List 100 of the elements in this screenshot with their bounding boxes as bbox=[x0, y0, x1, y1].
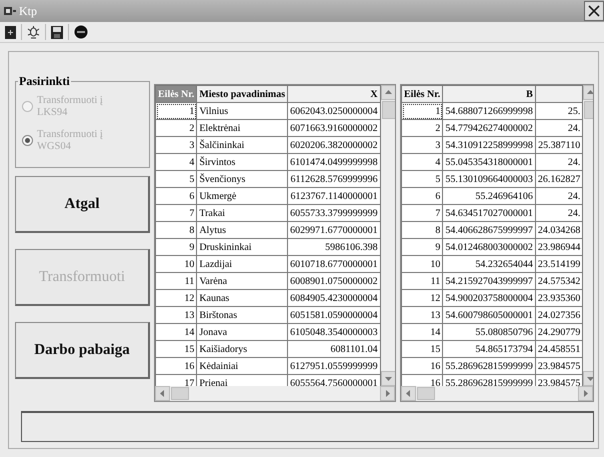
table-cell: 10 bbox=[156, 256, 197, 272]
table-cell: 3 bbox=[156, 136, 197, 154]
table-cell: 54.310912258999998 bbox=[442, 136, 536, 154]
column-header[interactable]: Eilės Nr. bbox=[402, 86, 443, 102]
table-cell: 54.232654044 bbox=[442, 256, 536, 272]
table-cell: 15 bbox=[402, 340, 443, 358]
table-cell: Vilnius bbox=[196, 102, 288, 120]
radio-option: Transformuoti į WGS04 bbox=[22, 129, 141, 154]
table-cell: 6112628.5769999996 bbox=[288, 170, 380, 188]
bug-toolbar-button[interactable] bbox=[25, 25, 42, 39]
table-cell: 15 bbox=[156, 340, 197, 358]
table-cell: 7 bbox=[402, 204, 443, 222]
table-cell: 14 bbox=[402, 324, 443, 340]
table-cell: 55.130109664000003 bbox=[442, 170, 536, 188]
table-cell: 54.215927043999997 bbox=[442, 272, 536, 290]
window-title: Ktp bbox=[19, 4, 37, 18]
table-cell: 13 bbox=[402, 306, 443, 324]
table-cell: 9 bbox=[156, 238, 197, 256]
table-cell: 8 bbox=[402, 222, 443, 238]
table-cell: 6084905.4230000004 bbox=[288, 290, 380, 306]
table-cell: 4 bbox=[156, 154, 197, 170]
scrollbar-thumb[interactable] bbox=[171, 387, 189, 400]
scrollbar-thumb[interactable] bbox=[417, 387, 435, 400]
horizontal-scrollbar[interactable] bbox=[155, 386, 395, 401]
add-toolbar-button[interactable] bbox=[3, 26, 18, 38]
table-cell: 54.600798605000001 bbox=[442, 306, 536, 324]
table-cell: 5986106.398 bbox=[288, 238, 380, 256]
table-cell: 16 bbox=[156, 358, 197, 374]
action-button[interactable]: Darbo pabaiga bbox=[15, 322, 150, 380]
table-cell: 4 bbox=[402, 154, 443, 170]
table-cell: 5 bbox=[402, 170, 443, 188]
table-cell: 6123767.1140000001 bbox=[288, 188, 380, 204]
table-cell: 6071663.9160000002 bbox=[288, 120, 380, 136]
bug-icon bbox=[27, 25, 40, 39]
table-cell: 5 bbox=[156, 170, 197, 188]
table-cell: 11 bbox=[156, 272, 197, 290]
table-cell: Varėna bbox=[196, 272, 288, 290]
table-cell: 54.779426274000002 bbox=[442, 120, 536, 136]
table-cell: 54.406628675999997 bbox=[442, 222, 536, 238]
horizontal-scrollbar[interactable] bbox=[401, 386, 593, 401]
save-toolbar-button[interactable] bbox=[49, 26, 65, 38]
table-cell: Švenčionys bbox=[196, 170, 288, 188]
table-cell: 8 bbox=[156, 222, 197, 238]
table-cell: 3 bbox=[402, 136, 443, 154]
table-cell: Ukmergė bbox=[196, 188, 288, 204]
table-cell: 7 bbox=[156, 204, 197, 222]
table-cell: 12 bbox=[156, 290, 197, 306]
column-header[interactable]: B bbox=[442, 86, 536, 102]
column-header[interactable]: X bbox=[288, 86, 380, 102]
table-cell: 14 bbox=[156, 324, 197, 340]
table-cell: 9 bbox=[402, 238, 443, 256]
table-cell: 55.045354318000001 bbox=[442, 154, 536, 170]
table-cell: 55.080850796 bbox=[442, 324, 536, 340]
table-cell: 55.286962815999999 bbox=[442, 358, 536, 374]
table-cell: 6105048.3540000003 bbox=[288, 324, 380, 340]
table-cell: 6101474.0499999998 bbox=[288, 154, 380, 170]
table-cell: Druskininkai bbox=[196, 238, 288, 256]
column-header[interactable] bbox=[535, 86, 583, 102]
column-header[interactable]: Miesto pavadinimas bbox=[196, 86, 288, 102]
table-cell: Lazdijai bbox=[196, 256, 288, 272]
table-cell: Kaunas bbox=[196, 290, 288, 306]
table-cell: 55.246964106 bbox=[442, 188, 536, 204]
table-cell: Trakai bbox=[196, 204, 288, 222]
app-icon bbox=[4, 6, 16, 16]
table-cell: 6062043.0250000004 bbox=[288, 102, 380, 120]
table-cell: Kėdainiai bbox=[196, 358, 288, 374]
table-cell: 54.865173794 bbox=[442, 340, 536, 358]
table-cell: 1 bbox=[156, 102, 197, 120]
table-cell: 6 bbox=[402, 188, 443, 204]
table-cell: 54.900203758000004 bbox=[442, 290, 536, 306]
stop-sign-icon bbox=[74, 25, 88, 39]
table-cell: 6010718.6770000001 bbox=[288, 256, 380, 272]
table-cell: 1 bbox=[402, 102, 443, 120]
table-cell: 6020206.3820000002 bbox=[288, 136, 380, 154]
table-cell: Birštonas bbox=[196, 306, 288, 324]
group-title: Pasirinkti bbox=[18, 74, 71, 89]
table-cell: 6055733.3799999999 bbox=[288, 204, 380, 222]
table-cell: 2 bbox=[156, 120, 197, 136]
table-cell: Širvintos bbox=[196, 154, 288, 170]
stop-toolbar-button[interactable] bbox=[72, 25, 90, 39]
table-cell: 11 bbox=[402, 272, 443, 290]
table-cell: 2 bbox=[402, 120, 443, 136]
table-cell: Jonava bbox=[196, 324, 288, 340]
table-cell: Kaišiadorys bbox=[196, 340, 288, 358]
table-cell: Alytus bbox=[196, 222, 288, 238]
table-cell: Šalčininkai bbox=[196, 136, 288, 154]
close-icon bbox=[588, 5, 600, 17]
close-button[interactable] bbox=[584, 1, 604, 21]
scrollbar-thumb[interactable] bbox=[382, 101, 395, 119]
table-cell: 54.634517027000001 bbox=[442, 204, 536, 222]
table-cell: 16 bbox=[402, 358, 443, 374]
table-cell: 6127951.0559999999 bbox=[288, 358, 380, 374]
vertical-scrollbar[interactable] bbox=[380, 85, 395, 386]
plus-icon bbox=[5, 26, 16, 38]
table-cell: 54.012468003000002 bbox=[442, 238, 536, 256]
table-cell: 12 bbox=[402, 290, 443, 306]
table-cell: 6081101.04 bbox=[288, 340, 380, 358]
action-button[interactable]: Atgal bbox=[15, 176, 150, 234]
radio-option: Transformuoti į LKS94 bbox=[22, 95, 141, 120]
table-cell: Elektrėnai bbox=[196, 120, 288, 136]
